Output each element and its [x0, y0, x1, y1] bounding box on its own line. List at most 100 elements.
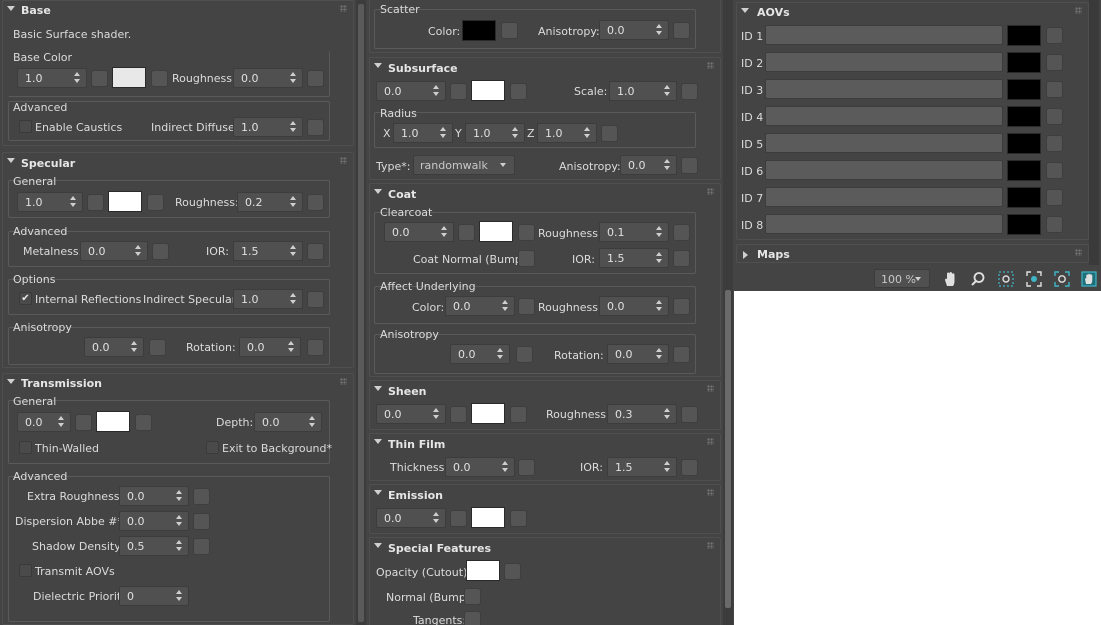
- opacity-color-swatch[interactable]: [466, 560, 500, 581]
- base-color-map-button[interactable]: [151, 70, 168, 87]
- affect-roughness-spinner[interactable]: 0.0: [599, 296, 669, 316]
- aov-map-button[interactable]: [1046, 162, 1063, 179]
- indirect-diffuse-spinner[interactable]: 1.0: [233, 117, 303, 137]
- subsurface-type-dropdown[interactable]: randomwalk: [413, 155, 515, 175]
- sheen-roughness-spinner[interactable]: 0.3: [607, 404, 677, 424]
- grip-icon[interactable]: [340, 5, 347, 12]
- coat-weight-spinner[interactable]: 0.0: [384, 222, 454, 242]
- sheen-weight-map-button[interactable]: [450, 406, 467, 423]
- scatter-color-swatch[interactable]: [462, 20, 496, 41]
- base-roughness-spinner[interactable]: 0.0: [233, 68, 303, 88]
- coat-rotation-spinner[interactable]: 0.0: [607, 344, 669, 364]
- coat-rollout-header[interactable]: Coat: [370, 184, 720, 204]
- thin-walled-checkbox[interactable]: [19, 441, 32, 454]
- aov-color-swatch[interactable]: [1007, 133, 1041, 154]
- specular-roughness-spinner[interactable]: 0.2: [237, 192, 303, 212]
- affect-roughness-map-button[interactable]: [673, 298, 690, 315]
- thin-film-ior-spinner[interactable]: 1.5: [607, 457, 677, 477]
- radius-x-spinner[interactable]: 1.0: [393, 123, 453, 143]
- aov-map-button[interactable]: [1046, 108, 1063, 125]
- shadow-density-spinner[interactable]: 0.5: [119, 536, 189, 556]
- base-color-swatch[interactable]: [112, 67, 146, 88]
- grip-icon[interactable]: [707, 385, 714, 392]
- indirect-specular-map-button[interactable]: [307, 291, 324, 308]
- special-features-rollout-header[interactable]: Special Features: [370, 538, 720, 558]
- specular-color-map-button[interactable]: [147, 194, 164, 211]
- thickness-spinner[interactable]: 0.0: [445, 457, 515, 477]
- emission-color-swatch[interactable]: [471, 507, 505, 528]
- maps-rollout-header[interactable]: Maps: [737, 245, 1088, 265]
- aovs-rollout-header[interactable]: AOVs: [737, 3, 1088, 23]
- frame-all-icon[interactable]: [1054, 271, 1070, 287]
- zoom-dropdown[interactable]: 100 %: [874, 269, 930, 288]
- highlight-selected-icon[interactable]: [1081, 271, 1097, 287]
- specular-rotation-map-button[interactable]: [307, 339, 324, 356]
- affect-color-spinner[interactable]: 0.0: [445, 296, 515, 316]
- coat-normal-map-button[interactable]: [518, 250, 535, 267]
- grip-icon[interactable]: [707, 542, 714, 549]
- indirect-diffuse-map-button[interactable]: [307, 119, 324, 136]
- aov-color-swatch[interactable]: [1007, 52, 1041, 73]
- specular-anisotropy-map-button[interactable]: [149, 339, 166, 356]
- coat-ior-map-button[interactable]: [673, 250, 690, 267]
- sheen-rollout-header[interactable]: Sheen: [370, 381, 720, 401]
- grip-icon[interactable]: [1075, 7, 1082, 14]
- aov-map-button[interactable]: [1046, 216, 1063, 233]
- base-weight-spinner[interactable]: 1.0: [17, 68, 87, 88]
- grip-icon[interactable]: [707, 188, 714, 195]
- aov-name-field[interactable]: [765, 52, 1003, 72]
- thin-film-ior-map-button[interactable]: [681, 459, 698, 476]
- pan-hand-icon[interactable]: [942, 271, 958, 287]
- emission-weight-spinner[interactable]: 0.0: [376, 508, 446, 528]
- aov-name-field[interactable]: [765, 25, 1003, 45]
- emission-color-map-button[interactable]: [510, 510, 527, 527]
- coat-anisotropy-map-button[interactable]: [516, 346, 533, 363]
- sheen-color-map-button[interactable]: [510, 406, 527, 423]
- subsurface-weight-map-button[interactable]: [450, 83, 467, 100]
- aov-name-field[interactable]: [765, 106, 1003, 126]
- grip-icon[interactable]: [707, 489, 714, 496]
- ior-map-button[interactable]: [307, 243, 324, 260]
- base-weight-map-button[interactable]: [91, 70, 108, 87]
- indirect-specular-spinner[interactable]: 1.0: [233, 289, 303, 309]
- grip-icon[interactable]: [1075, 249, 1082, 256]
- aov-color-swatch[interactable]: [1007, 160, 1041, 181]
- aov-map-button[interactable]: [1046, 189, 1063, 206]
- subsurface-color-swatch[interactable]: [471, 80, 505, 101]
- coat-color-swatch[interactable]: [479, 221, 513, 242]
- opacity-map-button[interactable]: [504, 563, 521, 580]
- grip-icon[interactable]: [707, 62, 714, 69]
- scatter-anisotropy-map-button[interactable]: [673, 22, 690, 39]
- middle-scrollbar-thumb[interactable]: [725, 290, 731, 608]
- normal-bump-map-button[interactable]: [464, 588, 481, 605]
- aov-color-swatch[interactable]: [1007, 106, 1041, 127]
- specular-roughness-map-button[interactable]: [307, 194, 324, 211]
- zoom-region-icon[interactable]: [998, 271, 1014, 287]
- scatter-anisotropy-spinner[interactable]: 0.0: [599, 20, 669, 40]
- grip-icon[interactable]: [340, 378, 347, 385]
- coat-rotation-map-button[interactable]: [673, 346, 690, 363]
- aov-color-swatch[interactable]: [1007, 25, 1041, 46]
- enable-caustics-checkbox[interactable]: [19, 120, 32, 133]
- left-scrollbar-thumb[interactable]: [358, 4, 364, 622]
- frame-selected-icon[interactable]: [1026, 271, 1042, 287]
- aov-color-swatch[interactable]: [1007, 187, 1041, 208]
- dispersion-spinner[interactable]: 0.0: [119, 511, 189, 531]
- grip-icon[interactable]: [707, 438, 714, 445]
- aov-map-button[interactable]: [1046, 27, 1063, 44]
- affect-color-map-button[interactable]: [518, 298, 535, 315]
- middle-panel-scrollbar[interactable]: [723, 0, 733, 625]
- specular-weight-map-button[interactable]: [87, 194, 104, 211]
- specular-weight-spinner[interactable]: 1.0: [17, 192, 83, 212]
- specular-rollout-header[interactable]: Specular: [3, 153, 353, 173]
- transmission-weight-map-button[interactable]: [75, 414, 92, 431]
- coat-weight-map-button[interactable]: [458, 224, 475, 241]
- scatter-color-map-button[interactable]: [501, 22, 518, 39]
- internal-reflections-checkbox[interactable]: ✔: [19, 292, 32, 305]
- coat-anisotropy-spinner[interactable]: 0.0: [450, 344, 510, 364]
- aov-color-swatch[interactable]: [1007, 79, 1041, 100]
- shadow-density-map-button[interactable]: [193, 538, 210, 555]
- thickness-map-button[interactable]: [518, 459, 535, 476]
- subsurface-scale-map-button[interactable]: [681, 83, 698, 100]
- right-panel-scrollbar[interactable]: [1089, 0, 1099, 265]
